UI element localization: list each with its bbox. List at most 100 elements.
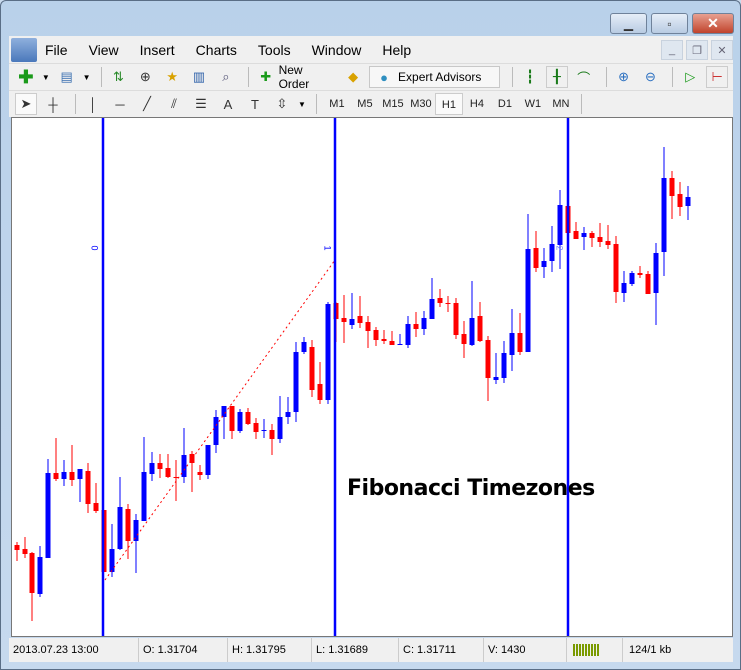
close-button[interactable]: ✕ [692,13,734,34]
connection-status-icon[interactable] [567,638,623,662]
candle [533,231,539,272]
menu-charts[interactable]: Charts [196,42,237,58]
expert-advisors-button[interactable]: ● Expert Advisors [369,66,501,88]
dropdown-arrow-icon[interactable]: ▼ [83,73,91,82]
menu-window[interactable]: Window [312,42,362,58]
menu-tools[interactable]: Tools [258,42,291,58]
candle-body [429,299,435,319]
candle-body [261,430,267,431]
candle-body [517,333,523,352]
separator [75,94,76,114]
candle-body [525,249,531,352]
market-watch-icon[interactable]: ⇅ [108,66,130,88]
fibonacci-retracement-icon[interactable]: ☰ [190,93,212,115]
candle-body [149,463,155,474]
candle-body [117,507,123,549]
candle [277,396,283,443]
menu-file[interactable]: File [45,42,68,58]
timeframe-w1[interactable]: W1 [519,93,547,115]
fib-label-1: 1 [322,245,333,251]
candle-body [245,412,251,424]
candle-body [413,324,419,329]
horizontal-line-icon[interactable]: ─ [109,93,131,115]
candle-body [669,178,675,196]
candle-body [469,318,475,345]
menu-view[interactable]: View [89,42,119,58]
separator [512,67,514,87]
candle [349,293,355,329]
timeframe-m1[interactable]: M1 [323,93,351,115]
candle [637,266,643,278]
candle-body [85,471,91,504]
candle-body [293,352,299,412]
timeframe-m5[interactable]: M5 [351,93,379,115]
chart-shift-icon[interactable]: ⊢ [706,66,729,88]
timeframe-m30[interactable]: M30 [407,93,435,115]
profiles-icon[interactable]: ▤ [56,66,78,88]
candle-body [125,509,131,541]
candle-body [213,417,219,445]
candle-body [301,342,307,352]
timeframe-m15[interactable]: M15 [379,93,407,115]
candle [253,418,259,439]
candle [29,552,35,621]
candle-body [237,412,243,431]
maximize-button[interactable]: ▫ [651,13,688,34]
candle-body [309,347,315,390]
candle [197,465,203,480]
price-chart[interactable]: Fibonacci Timezones 0 1 2 [11,117,733,637]
dropdown-arrow-icon[interactable]: ▼ [298,100,306,109]
new-chart-icon[interactable]: ✚ [15,66,37,88]
timeframe-h4[interactable]: H4 [463,93,491,115]
zoom-out-icon[interactable]: ⊖ [640,66,662,88]
candle [621,271,627,302]
candle-body [157,463,163,469]
vertical-line-icon[interactable]: │ [82,93,104,115]
strategy-tester-icon[interactable]: ⌕ [215,66,237,88]
candle-body [357,316,363,323]
candle [229,406,235,439]
cursor-icon[interactable]: ➤ [15,93,37,115]
trendline-icon[interactable]: ╱ [136,93,158,115]
candlestick-chart-icon[interactable]: ╂ [545,66,568,88]
line-chart-icon[interactable]: ⌒ [573,66,595,88]
child-minimize-button[interactable]: _ [661,40,683,60]
candle-body [389,341,395,345]
timeframe-h1[interactable]: H1 [434,93,463,115]
menu-help[interactable]: Help [382,42,411,58]
candle [653,243,659,325]
candle-body [685,197,691,206]
text-icon[interactable]: A [217,93,239,115]
child-close-button[interactable]: ✕ [711,40,733,60]
candle-body [677,194,683,207]
timeframe-d1[interactable]: D1 [491,93,519,115]
candle-body [477,316,483,341]
candle [421,311,427,335]
arrows-icon[interactable]: ⇳ [271,93,293,115]
terminal-icon[interactable]: ▥ [188,66,210,88]
crosshair-icon[interactable]: ┼ [42,93,64,115]
dropdown-arrow-icon[interactable]: ▼ [42,73,50,82]
zoom-in-icon[interactable]: ⊕ [613,66,635,88]
auto-scroll-icon[interactable]: ▷ [679,66,701,88]
equidistant-channel-icon[interactable]: ⫽ [163,93,185,115]
minimize-button[interactable]: ▁ [610,13,647,34]
candle [501,341,507,383]
bar-chart-icon[interactable]: ┇ [519,66,541,88]
data-window-icon[interactable]: ⊕ [134,66,156,88]
text-label-icon[interactable]: T [244,93,266,115]
candle [261,419,267,438]
menu-insert[interactable]: Insert [140,42,175,58]
new-order-button[interactable]: ✚ New Order [255,63,336,91]
candle [85,463,91,513]
navigator-icon[interactable]: ★ [161,66,183,88]
warning-icon[interactable]: ◆ [342,66,364,88]
candle-body [589,233,595,238]
status-traffic: 124/1 kb [629,644,672,656]
candle [477,302,483,342]
timeframe-mn[interactable]: MN [547,93,575,115]
separator [672,67,674,87]
candle-body [445,303,451,304]
candle [509,309,515,371]
child-restore-button[interactable]: ❐ [686,40,708,60]
